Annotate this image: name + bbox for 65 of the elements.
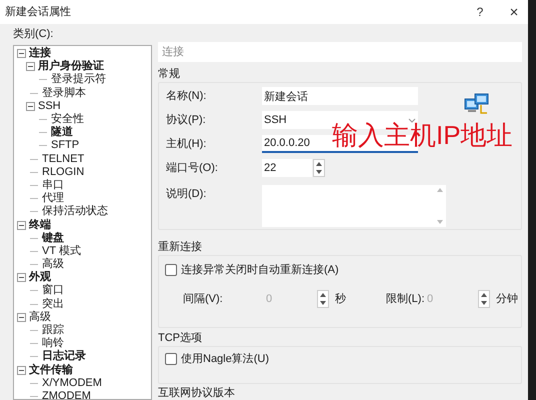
collapse-icon[interactable] bbox=[17, 312, 26, 322]
window-title: 新建会话属性 bbox=[5, 4, 72, 20]
collapse-icon[interactable] bbox=[17, 366, 26, 375]
category-label: 类别(C): bbox=[13, 27, 54, 41]
group-title: 互联网协议版本 bbox=[158, 387, 235, 400]
collapse-icon[interactable] bbox=[26, 62, 35, 72]
category-tree[interactable]: 连接 用户身份验证 登录提示符 登录脚本 SSH 安全性 隧道 SFTP TELNET RLOGIN 串口 代理 保持活动状态 终端 键盘 VT 模式 高级 外观 窗口 突出 高级 跟踪 响铃 日志记录 文件传输 X/YMODEM ZMODEM bbox=[13, 45, 152, 400]
tree-item[interactable]: 响铃 bbox=[42, 337, 64, 350]
field-label: 名称(N): bbox=[166, 90, 206, 102]
unit-label: 分钟 bbox=[496, 292, 518, 307]
group-title: 常规 bbox=[158, 67, 180, 81]
tree-item[interactable]: 高级 bbox=[42, 258, 64, 272]
spin-buttons[interactable] bbox=[478, 290, 490, 308]
tree-item[interactable]: TELNET bbox=[42, 152, 84, 166]
text-field[interactable]: 新建会话 bbox=[262, 87, 418, 105]
network-computers-icon bbox=[464, 93, 490, 115]
tree-item[interactable]: 隧道 bbox=[51, 126, 73, 140]
tree-item[interactable]: RLOGIN bbox=[42, 166, 84, 179]
tree-item[interactable]: 串口 bbox=[42, 178, 64, 192]
tree-item[interactable]: 终端 bbox=[29, 218, 51, 232]
tree-item[interactable]: 代理 bbox=[42, 192, 64, 206]
tree-item[interactable]: 窗口 bbox=[42, 284, 64, 298]
tree-item[interactable]: VT 模式 bbox=[42, 244, 81, 258]
checkbox-label[interactable]: 使用Nagle算法(U) bbox=[181, 352, 270, 366]
group-title: TCP选项 bbox=[158, 331, 202, 346]
field-label: 协议(P): bbox=[166, 114, 206, 126]
section-header: 连接 bbox=[158, 42, 522, 62]
checkbox[interactable] bbox=[165, 353, 177, 366]
tree-item[interactable]: 登录脚本 bbox=[42, 86, 86, 100]
tree-item[interactable]: 用户身份验证 bbox=[38, 60, 104, 74]
tree-item[interactable]: SSH bbox=[38, 100, 61, 113]
tree-item[interactable]: 跟踪 bbox=[42, 324, 64, 338]
field-label: 主机(H): bbox=[166, 138, 206, 150]
field-label: 间隔(V): bbox=[183, 292, 224, 307]
chevron-down-icon bbox=[408, 118, 416, 122]
checkbox-label[interactable]: 连接异常关闭时自动重新连接(A) bbox=[181, 263, 339, 277]
tree-item[interactable]: X/YMODEM bbox=[42, 376, 102, 390]
field-label: 端口号(O): bbox=[166, 162, 218, 174]
description-field[interactable] bbox=[262, 185, 446, 227]
field-label: 说明(D): bbox=[166, 188, 206, 200]
tree-item[interactable]: 日志记录 bbox=[42, 350, 86, 364]
checkbox[interactable] bbox=[165, 264, 177, 276]
port-field[interactable]: 22 bbox=[262, 159, 312, 177]
unit-label: 秒 bbox=[335, 292, 346, 307]
collapse-icon[interactable] bbox=[17, 49, 26, 58]
tree-item[interactable]: 文件传输 bbox=[29, 364, 73, 377]
tree-item[interactable]: 安全性 bbox=[51, 113, 84, 126]
collapse-icon[interactable] bbox=[17, 273, 26, 282]
collapse-icon[interactable] bbox=[26, 102, 35, 111]
help-button[interactable]: ? bbox=[468, 2, 492, 22]
tree-item[interactable]: SFTP bbox=[51, 139, 80, 152]
tree-item[interactable]: 突出 bbox=[42, 298, 64, 311]
spin-buttons[interactable] bbox=[317, 290, 329, 308]
tree-item[interactable]: 键盘 bbox=[42, 232, 64, 245]
tree-item[interactable]: ZMODEM bbox=[42, 390, 91, 399]
collapse-icon[interactable] bbox=[17, 220, 26, 230]
tree-item[interactable]: 保持活动状态 bbox=[42, 205, 108, 218]
close-button[interactable]: × bbox=[502, 2, 526, 22]
spin-buttons[interactable] bbox=[313, 159, 325, 177]
tree-item[interactable]: 外观 bbox=[29, 271, 51, 284]
group-title: 重新连接 bbox=[158, 240, 202, 254]
tree-item[interactable]: 登录提示符 bbox=[51, 73, 106, 86]
tree-item[interactable]: 连接 bbox=[29, 47, 51, 60]
field-label: 限制(L): bbox=[386, 292, 425, 307]
tree-item[interactable]: 高级 bbox=[29, 310, 51, 324]
